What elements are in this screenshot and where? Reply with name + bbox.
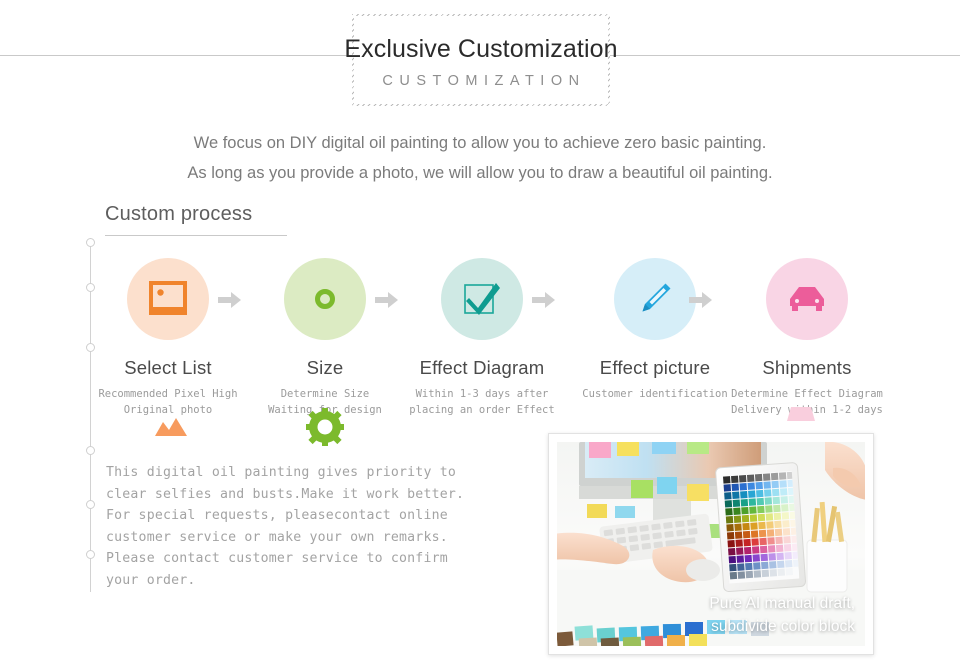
step-desc-line-1: Within 1-3 days after (415, 388, 549, 400)
image-photo-icon (149, 281, 187, 315)
step-desc: Customer identification (577, 386, 733, 402)
step-title: Effect Diagram (419, 357, 545, 378)
gear-icon (305, 407, 345, 451)
trapezoid-shape-icon (787, 407, 815, 426)
process-step-select-list[interactable]: Select List Recommended Pixel High Origi… (90, 258, 246, 418)
body-line-6: your order. (106, 572, 196, 588)
step-desc-line-1: Determine Effect Diagram (731, 388, 883, 400)
step-circle (441, 258, 523, 340)
body-line-1: This digital oil painting gives priority… (106, 465, 457, 480)
step-desc-line-1: Customer identification (582, 388, 728, 400)
step-title: Select List (124, 357, 212, 378)
body-line-5: Please contact customer service to confi… (106, 551, 448, 566)
step-desc-line-1: Recommended Pixel High (98, 388, 238, 400)
timeline-dot (86, 550, 95, 559)
intro-line-2: As long as you provide a photo, we will … (187, 164, 773, 182)
intro-line-1: We focus on DIY digital oil painting to … (193, 134, 767, 152)
step-desc-line-1: Determine Size (280, 388, 370, 400)
arrow-right-icon (375, 291, 398, 308)
process-step-size[interactable]: Size Determine Size Waiting for design (247, 258, 403, 418)
car-delivery-icon (790, 287, 824, 311)
arrow-right-icon (218, 291, 241, 308)
header-rule-right (608, 55, 960, 56)
body-line-3: For special requests, pleasecontact onli… (106, 508, 448, 523)
checkbox-check-icon (464, 283, 500, 315)
step-desc-line-2: placing an order Effect (409, 404, 555, 416)
process-step-effect-picture[interactable]: Effect picture Customer identification (577, 258, 733, 402)
page-subtitle: CUSTOMIZATION (382, 72, 586, 89)
photo-caption-line-1: Pure AI manual draft, (709, 595, 855, 612)
title-hatched-frame: Exclusive Customization CUSTOMIZATION (344, 14, 618, 106)
mountain-peaks-icon (155, 418, 187, 441)
photo-caption-line-2: subdivide color block (711, 618, 855, 635)
page-header-banner: Exclusive Customization CUSTOMIZATION (0, 0, 960, 120)
process-step-effect-diagram[interactable]: Effect Diagram Within 1-3 days after pla… (404, 258, 560, 418)
step-title: Shipments (762, 357, 852, 378)
section-heading-custom-process: Custom process (105, 203, 287, 236)
pen-pencil-icon (642, 283, 671, 312)
step-desc: Within 1-3 days after placing an order E… (404, 386, 560, 418)
ring-circle-icon (315, 289, 335, 309)
arrow-right-icon (689, 291, 712, 308)
designer-desk-photo-card: Pure AI manual draft, subdivide color bl… (548, 433, 874, 655)
body-paragraph: This digital oil painting gives priority… (106, 462, 526, 591)
page-title: Exclusive Customization (344, 34, 618, 63)
header-rule-left (0, 55, 352, 56)
custom-process-steps: Select List Recommended Pixel High Origi… (98, 258, 911, 428)
timeline-dot (86, 238, 95, 247)
photo-caption: Pure AI manual draft, subdivide color bl… (709, 592, 855, 638)
arrow-right-icon (532, 291, 555, 308)
timeline-dot (86, 500, 95, 509)
designer-desk-photo: Pure AI manual draft, subdivide color bl… (557, 442, 865, 646)
step-circle (766, 258, 848, 340)
step-title: Size (306, 357, 344, 378)
step-circle (614, 258, 696, 340)
step-title: Effect picture (599, 357, 711, 378)
step-circle (127, 258, 209, 340)
timeline-dot (86, 446, 95, 455)
step-circle (284, 258, 366, 340)
title-frame-inner: Exclusive Customization CUSTOMIZATION (344, 16, 618, 104)
step-desc: Recommended Pixel High Original photo (90, 386, 246, 418)
process-step-shipments[interactable]: Shipments Determine Effect Diagram Deliv… (729, 258, 885, 418)
step-desc-line-2: Original photo (123, 404, 213, 416)
body-line-2: clear selfies and busts.Make it work bet… (106, 486, 465, 502)
intro-text-block: We focus on DIY digital oil painting to … (0, 128, 960, 188)
body-line-4: customer service or make your own remark… (106, 529, 448, 545)
